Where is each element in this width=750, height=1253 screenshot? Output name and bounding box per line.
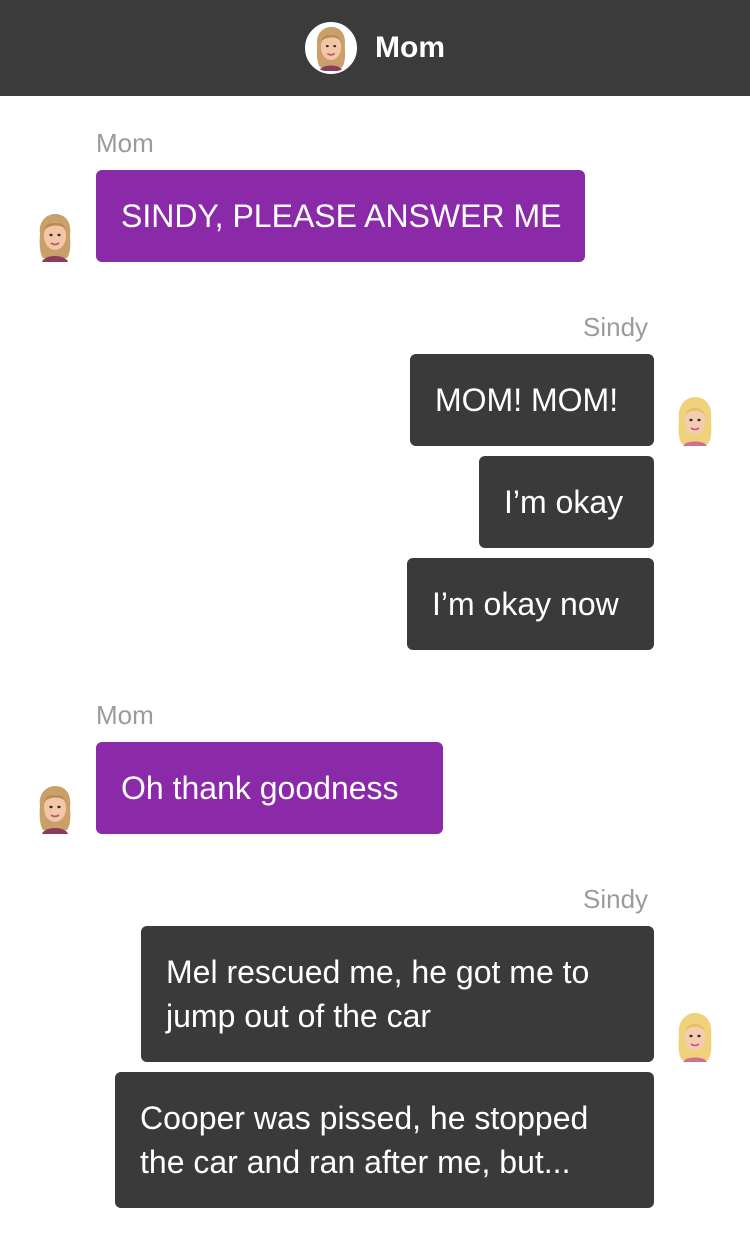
message-text: I’m okay — [504, 484, 624, 520]
message-text: MOM! MOM! — [435, 382, 619, 418]
message-bubble-sindy[interactable]: Cooper was pissed, he stopped the car an… — [115, 1072, 654, 1208]
sindy-avatar-icon[interactable] — [674, 396, 716, 446]
message-text-line: Cooper was pissed, he stopped — [140, 1100, 589, 1136]
sender-label-mom: Mom — [96, 128, 154, 158]
chat-title: Mom — [375, 31, 445, 64]
sender-label-sindy: Sindy — [583, 312, 649, 342]
chat-header: Mom — [0, 0, 750, 96]
message-text-line: jump out of the car — [166, 998, 432, 1034]
message-text-line: Mel rescued me, he got me to — [166, 954, 590, 990]
message-bubble-mom[interactable]: SINDY, PLEASE ANSWER ME — [96, 170, 585, 262]
message-bubble-mom[interactable]: Oh thank goodness — [96, 742, 443, 834]
message-bubble-sindy[interactable]: Mel rescued me, he got me to jump out of… — [141, 926, 654, 1062]
sender-label-sindy: Sindy — [583, 884, 649, 914]
message-bubble-sindy[interactable]: I’m okay — [479, 456, 654, 548]
message-text: I’m okay now — [432, 586, 619, 622]
header-inner: Mom — [305, 22, 445, 74]
message-text-line: the car and ran after me, but... — [140, 1144, 571, 1180]
message-bubble-sindy[interactable]: I’m okay now — [407, 558, 654, 650]
sindy-avatar-icon[interactable] — [674, 1012, 716, 1062]
message-text: Oh thank goodness — [121, 770, 399, 806]
mom-avatar-icon[interactable] — [34, 784, 76, 834]
message-text: SINDY, PLEASE ANSWER ME — [121, 198, 562, 234]
mom-avatar-icon[interactable] — [34, 212, 76, 262]
sender-label-mom: Mom — [96, 700, 154, 730]
message-bubble-sindy[interactable]: MOM! MOM! — [410, 354, 654, 446]
mom-avatar-icon[interactable] — [305, 22, 357, 74]
